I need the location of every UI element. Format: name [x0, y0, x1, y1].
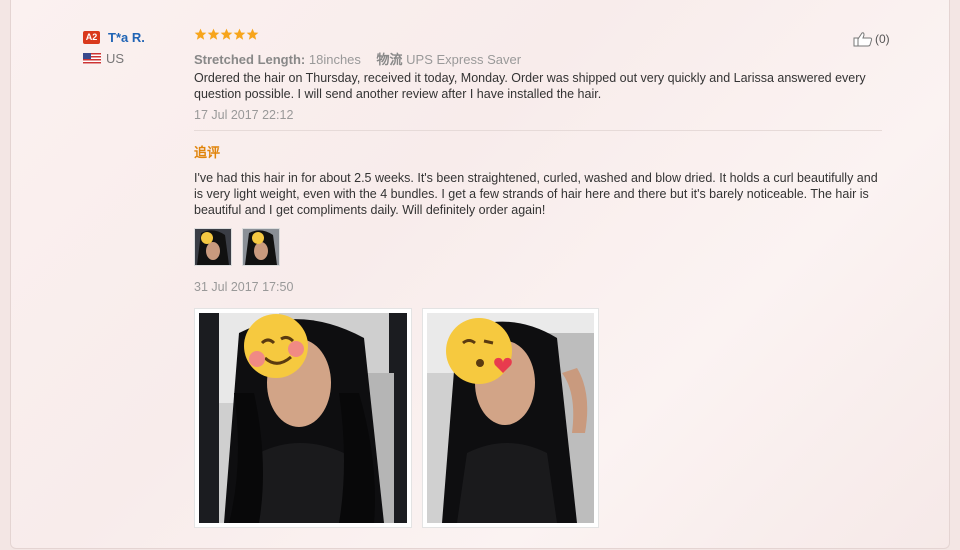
- followup-label: 追评: [194, 145, 221, 160]
- review-body: Stretched Length: 18inches 物流 UPS Expres…: [194, 28, 884, 528]
- review-date: 17 Jul 2017 22:12: [194, 108, 294, 122]
- star-rating: [194, 28, 884, 44]
- reviewer-info: A2 T*a R. US: [83, 28, 145, 66]
- review-photos: [194, 308, 884, 528]
- followup-thumbnails: [194, 228, 884, 266]
- review-photo[interactable]: [422, 308, 599, 528]
- divider: [194, 130, 882, 131]
- review-card: A2 T*a R. US Stretched Length: 18inches …: [10, 0, 950, 549]
- reviewer-country: US: [106, 51, 125, 66]
- photo-thumbnail[interactable]: [194, 228, 232, 266]
- followup-date: 31 Jul 2017 17:50: [194, 280, 294, 294]
- photo-thumbnail[interactable]: [242, 228, 280, 266]
- product-attributes: Stretched Length: 18inches 物流 UPS Expres…: [194, 49, 884, 67]
- review-photo[interactable]: [194, 308, 412, 528]
- star-icon: [220, 28, 233, 40]
- us-flag-icon: [83, 53, 101, 64]
- reviewer-name[interactable]: T*a R.: [108, 30, 145, 45]
- star-icon: [233, 28, 246, 40]
- followup-text: I've had this hair in for about 2.5 week…: [194, 171, 878, 217]
- star-icon: [207, 28, 220, 40]
- logistics-value: UPS Express Saver: [406, 52, 522, 67]
- thumbs-up-icon: [853, 32, 873, 47]
- helpful-count: (0): [875, 32, 890, 46]
- stretched-length-value: 18inches: [308, 52, 361, 67]
- helpful-button[interactable]: (0): [853, 31, 890, 47]
- stretched-length-label: Stretched Length:: [194, 52, 306, 67]
- review-text: Ordered the hair on Thursday, received i…: [194, 71, 866, 101]
- member-level-badge: A2: [83, 30, 100, 44]
- star-icon: [194, 28, 207, 40]
- logistics-label: 物流: [376, 52, 403, 67]
- star-icon: [246, 28, 259, 40]
